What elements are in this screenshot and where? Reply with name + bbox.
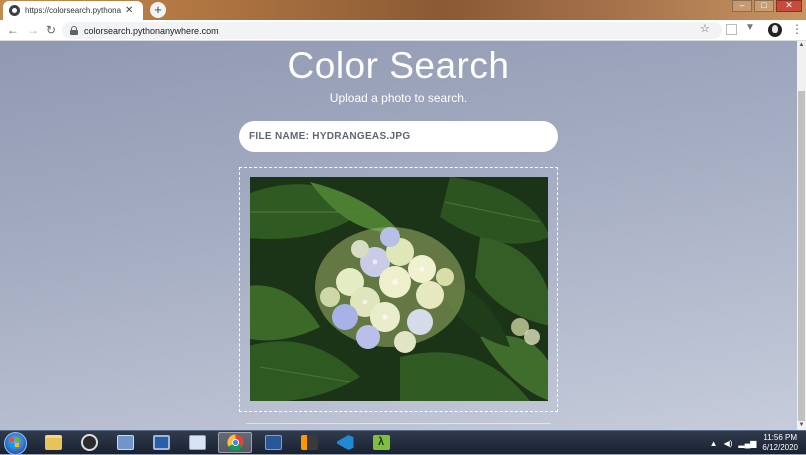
windows-logo-icon xyxy=(10,438,20,448)
filter-extension-icon[interactable]: ▼ xyxy=(745,22,755,33)
scrollbar-thumb[interactable] xyxy=(798,91,805,421)
extension-icon[interactable] xyxy=(726,24,737,35)
reload-icon[interactable]: ↻ xyxy=(46,23,56,37)
forward-icon[interactable]: → xyxy=(27,23,39,37)
browser-toolbar: ← → ↻ colorsearch.pythonanywhere.com ☆ ▼… xyxy=(0,20,806,41)
url-text: colorsearch.pythonanywhere.com xyxy=(84,25,219,36)
obs-icon[interactable] xyxy=(74,432,104,453)
site-favicon-icon xyxy=(9,5,20,16)
vs-code-icon[interactable] xyxy=(330,432,360,453)
close-tab-icon[interactable]: ✕ xyxy=(125,5,133,16)
browser-tab[interactable]: https://colorsearch.pythonanywhere.com ✕ xyxy=(3,1,143,20)
scroll-down-icon[interactable]: ▼ xyxy=(797,421,806,430)
clock[interactable]: 11:56 PM 6/12/2020 xyxy=(762,433,798,453)
clock-date: 6/12/2020 xyxy=(762,443,798,452)
remote-desktop-icon[interactable] xyxy=(146,432,176,453)
page-content: Color Search Upload a photo to search. F… xyxy=(0,41,797,430)
page-subtitle: Upload a photo to search. xyxy=(329,91,468,105)
chrome-icon[interactable] xyxy=(218,432,252,453)
network-tool-icon[interactable] xyxy=(110,432,140,453)
start-button[interactable] xyxy=(4,432,27,455)
address-bar[interactable]: colorsearch.pythonanywhere.com xyxy=(62,22,722,39)
scroll-up-icon[interactable]: ▲ xyxy=(797,41,806,50)
file-explorer-icon[interactable] xyxy=(38,432,68,453)
divider-line xyxy=(246,423,551,424)
hydrangea-photo xyxy=(250,177,548,401)
lambda-app-icon[interactable]: λ xyxy=(366,432,396,453)
new-tab-button[interactable]: + xyxy=(150,2,166,18)
minimize-icon[interactable]: – xyxy=(732,0,752,12)
window-controls: – □ ✕ xyxy=(732,0,802,12)
page-title: Color Search xyxy=(287,45,510,86)
image-viewer-icon[interactable] xyxy=(182,432,212,453)
clock-time: 11:56 PM xyxy=(763,433,798,442)
file-name-field[interactable]: FILE NAME: HYDRANGEAS.JPG xyxy=(239,121,558,152)
chrome-logo-icon xyxy=(226,434,243,451)
network-signal-icon[interactable]: ▂▄▆ xyxy=(738,439,756,448)
tab-title: https://colorsearch.pythonanywhere.com xyxy=(25,6,121,15)
back-icon[interactable]: ← xyxy=(7,23,19,37)
powershell-icon[interactable] xyxy=(258,432,288,453)
profile-avatar[interactable] xyxy=(768,23,782,37)
uploaded-photo xyxy=(250,177,548,401)
maximize-icon[interactable]: □ xyxy=(754,0,774,12)
close-window-icon[interactable]: ✕ xyxy=(776,0,802,12)
lock-icon[interactable] xyxy=(70,26,78,35)
menu-dots-icon[interactable]: ⋮ xyxy=(791,22,803,36)
taskbar: λ ▲ ◀) ▂▄▆ 11:56 PM 6/12/2020 xyxy=(0,430,806,455)
system-tray: ▲ ◀) ▂▄▆ 11:56 PM 6/12/2020 xyxy=(710,433,798,453)
tray-expand-icon[interactable]: ▲ xyxy=(710,439,718,448)
volume-icon[interactable]: ◀) xyxy=(724,439,733,448)
bookmark-star-icon[interactable]: ☆ xyxy=(700,22,710,35)
sublime-text-icon[interactable] xyxy=(294,432,324,453)
browser-titlebar: https://colorsearch.pythonanywhere.com ✕… xyxy=(0,0,806,20)
page-scrollbar[interactable]: ▲ ▼ xyxy=(797,41,806,430)
file-name-label: FILE NAME: HYDRANGEAS.JPG xyxy=(249,131,411,142)
